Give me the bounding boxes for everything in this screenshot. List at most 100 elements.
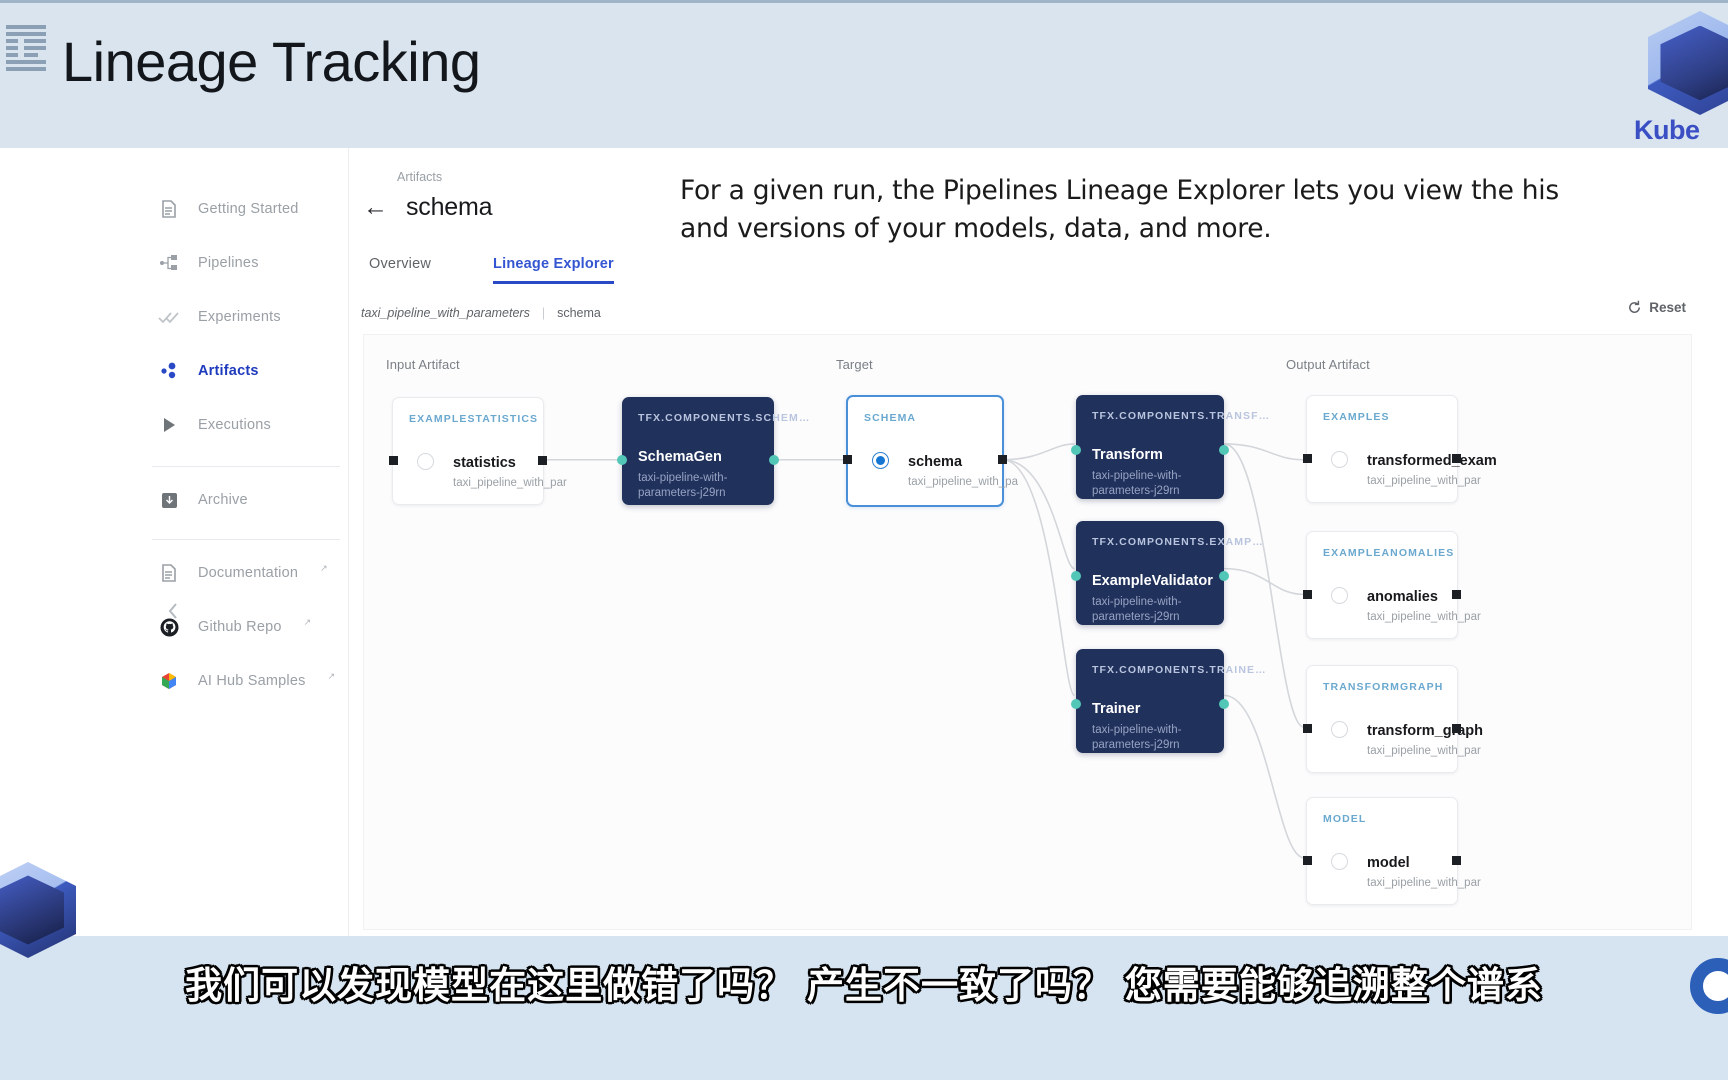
content-panel: Artifacts ← schema Overview Lineage Expl… bbox=[348, 148, 1728, 936]
kubeflow-hex-icon bbox=[0, 862, 76, 958]
play-triangle-icon bbox=[158, 414, 180, 436]
artifact-card-anomalies[interactable]: EXAMPLEANOMALIES anomalies taxi_pipeline… bbox=[1303, 531, 1481, 639]
port-in bbox=[1071, 445, 1081, 455]
column-header-target: Target bbox=[836, 357, 873, 372]
artifact-radio[interactable] bbox=[1331, 853, 1348, 870]
artifact-radio-selected[interactable] bbox=[872, 452, 889, 469]
port-in bbox=[1071, 699, 1081, 709]
sidebar-item-artifacts[interactable]: Artifacts bbox=[148, 352, 348, 390]
artifact-subtitle: taxi_pipeline_with_par bbox=[1367, 877, 1481, 889]
artifact-type-label: EXAMPLESTATISTICS bbox=[409, 413, 539, 425]
sub-breadcrumb-pipeline[interactable]: taxi_pipeline_with_parameters bbox=[361, 306, 530, 320]
artifacts-dots-icon bbox=[158, 360, 180, 382]
tab-lineage-explorer[interactable]: Lineage Explorer bbox=[493, 256, 614, 284]
artifact-radio[interactable] bbox=[1331, 451, 1348, 468]
artifact-subtitle: taxi_pipeline_with_par bbox=[1367, 745, 1481, 757]
port-out bbox=[1452, 724, 1461, 733]
artifact-radio[interactable] bbox=[417, 453, 434, 470]
artifact-title: schema bbox=[406, 193, 493, 221]
sidebar-item-ai-hub-samples[interactable]: AI Hub Samples ↗ bbox=[148, 662, 348, 700]
double-check-icon bbox=[158, 306, 180, 328]
port-out bbox=[538, 456, 547, 465]
execution-name: SchemaGen bbox=[638, 449, 722, 465]
artifact-subtitle: taxi_pipeline_with_par bbox=[453, 477, 567, 489]
sidebar-item-label: Documentation bbox=[198, 565, 299, 581]
artifact-name: statistics bbox=[453, 455, 516, 471]
artifact-radio[interactable] bbox=[1331, 587, 1348, 604]
sidebar-item-label: Pipelines bbox=[198, 255, 259, 271]
sidebar-item-archive[interactable]: Archive bbox=[148, 481, 348, 519]
chevron-left-icon bbox=[168, 603, 177, 619]
port-in bbox=[1303, 724, 1312, 733]
sidebar-divider bbox=[152, 466, 340, 467]
external-link-icon: ↗ bbox=[320, 562, 328, 573]
artifact-name: transform_graph bbox=[1367, 723, 1484, 739]
sidebar-collapse-button[interactable] bbox=[160, 598, 186, 624]
execution-card-trainer[interactable]: TFX.COMPONENTS.TRAINE… Trainer taxi-pipe… bbox=[1071, 649, 1266, 753]
artifact-type-label: MODEL bbox=[1323, 813, 1367, 825]
port-in bbox=[843, 455, 852, 464]
execution-type-label: TFX.COMPONENTS.EXAMP… bbox=[1092, 536, 1264, 548]
sidebar-item-label: AI Hub Samples bbox=[198, 673, 306, 689]
port-in bbox=[617, 455, 627, 465]
sidebar-item-executions[interactable]: Executions bbox=[148, 406, 348, 444]
sidebar-item-label: Experiments bbox=[198, 309, 281, 325]
ibm-logo-icon bbox=[6, 25, 50, 71]
tab-bar: Overview Lineage Explorer bbox=[369, 256, 614, 284]
external-link-icon: ↗ bbox=[327, 670, 336, 681]
artifact-name: transformed_exam bbox=[1367, 453, 1497, 469]
sub-breadcrumb-artifact[interactable]: schema bbox=[557, 306, 601, 320]
artifact-radio[interactable] bbox=[1331, 721, 1348, 738]
sub-breadcrumb-separator: | bbox=[541, 306, 546, 320]
port-in bbox=[1303, 590, 1312, 599]
execution-card-transform[interactable]: TFX.COMPONENTS.TRANSF… Transform taxi-pi… bbox=[1071, 395, 1269, 499]
artifact-card-model[interactable]: MODEL model taxi_pipeline_with_par bbox=[1303, 797, 1481, 905]
port-in bbox=[1071, 571, 1081, 581]
artifact-subtitle: taxi_pipeline_with_par bbox=[1367, 611, 1481, 623]
artifact-card-schema-target[interactable]: SCHEMA schema taxi_pipeline_with_pa bbox=[843, 395, 1018, 507]
arrow-left-icon[interactable]: ← bbox=[363, 195, 388, 220]
execution-card-examplevalidator[interactable]: TFX.COMPONENTS.EXAMP… ExampleValidator t… bbox=[1071, 521, 1263, 625]
sidebar-item-documentation[interactable]: Documentation ↗ bbox=[148, 554, 348, 592]
artifact-card-statistics[interactable]: EXAMPLESTATISTICS statistics taxi_pipeli… bbox=[389, 397, 567, 505]
column-header-input-artifact: Input Artifact bbox=[386, 357, 460, 372]
reset-button[interactable]: Reset bbox=[1627, 300, 1686, 315]
execution-subtitle: taxi-pipeline-with-parameters-j29rn bbox=[638, 472, 728, 499]
artifact-subtitle: taxi_pipeline_with_pa bbox=[908, 476, 1018, 488]
execution-card-schemagen[interactable]: TFX.COMPONENTS.SCHEM… SchemaGen taxi-pip… bbox=[617, 397, 809, 505]
artifact-type-label: TRANSFORMGRAPH bbox=[1323, 681, 1444, 693]
breadcrumb[interactable]: Artifacts bbox=[397, 170, 442, 184]
port-in bbox=[389, 456, 398, 465]
port-out bbox=[998, 455, 1007, 464]
sidebar-item-experiments[interactable]: Experiments bbox=[148, 298, 348, 336]
sidebar-item-label: Archive bbox=[198, 492, 248, 508]
sidebar-item-label: Artifacts bbox=[198, 363, 259, 379]
kubeflow-wordmark: Kube bbox=[1634, 115, 1700, 145]
ai-hub-icon bbox=[158, 670, 180, 692]
sidebar-nav: Getting Started Pipelines Experiments Ar… bbox=[148, 148, 348, 936]
kubeflow-watermark-logo bbox=[0, 862, 76, 958]
execution-name: ExampleValidator bbox=[1092, 573, 1213, 589]
execution-type-label: TFX.COMPONENTS.SCHEM… bbox=[638, 412, 811, 424]
lineage-graph-canvas[interactable]: Input Artifact Target Output Artifact EX… bbox=[363, 334, 1692, 930]
port-out bbox=[1219, 699, 1229, 709]
port-out bbox=[1452, 856, 1461, 865]
page-title-row: ← schema bbox=[363, 193, 493, 222]
sidebar-item-pipelines[interactable]: Pipelines bbox=[148, 244, 348, 282]
graph-edges bbox=[541, 443, 1305, 859]
archive-box-icon bbox=[158, 489, 180, 511]
artifact-card-transformed-examples[interactable]: EXAMPLES transformed_exam taxi_pipeline_… bbox=[1303, 395, 1497, 503]
port-out bbox=[1452, 590, 1461, 599]
column-header-output-artifact: Output Artifact bbox=[1286, 357, 1370, 372]
subtitle-caption: 我们可以发现模型在这里做错了吗？ 产生不一致了吗？ 您需要能够追溯整个谱系 bbox=[185, 964, 1543, 1007]
reset-label: Reset bbox=[1649, 300, 1686, 315]
sidebar-item-getting-started[interactable]: Getting Started bbox=[148, 190, 348, 228]
artifact-card-transform-graph[interactable]: TRANSFORMGRAPH transform_graph taxi_pipe… bbox=[1303, 665, 1483, 773]
port-out bbox=[1219, 445, 1229, 455]
sidebar-item-label: Executions bbox=[198, 417, 271, 433]
artifact-type-label: EXAMPLEANOMALIES bbox=[1323, 547, 1455, 559]
sidebar-item-label: Getting Started bbox=[198, 201, 299, 217]
tab-overview[interactable]: Overview bbox=[369, 256, 431, 284]
execution-subtitle: taxi-pipeline-with-parameters-j29rn bbox=[1092, 724, 1182, 751]
port-in bbox=[1303, 454, 1312, 463]
